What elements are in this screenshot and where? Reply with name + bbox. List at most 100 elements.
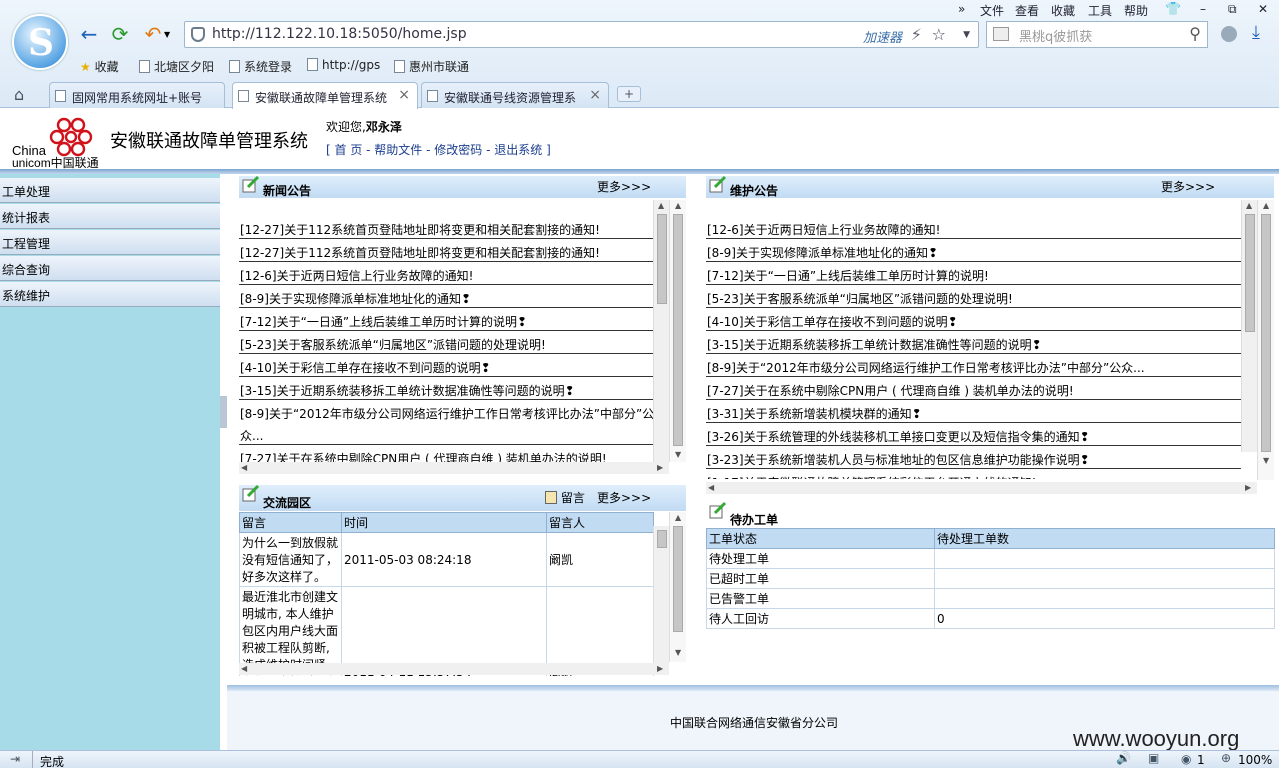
skin-icon[interactable]: 👕 xyxy=(1165,2,1181,18)
scroll-thumb[interactable] xyxy=(1245,214,1255,332)
maint-item[interactable]: [3-23]关于系统新增装机人员与标准地址的包区信息维护功能操作说明❢ xyxy=(706,447,1241,469)
scroll-up-icon[interactable]: ▲ xyxy=(1246,201,1252,210)
bookmark-huizhou[interactable]: 惠州市联通 xyxy=(394,58,469,75)
forum-more-link[interactable]: 更多>>> xyxy=(597,489,651,506)
browser-logo-icon[interactable]: S xyxy=(12,14,68,70)
forum-outer-scrollbar[interactable]: ▲ ▼ xyxy=(669,512,686,662)
tab-resource-system[interactable]: 安徽联通号线资源管理系 × xyxy=(421,82,609,108)
sidebar-item-query[interactable]: 综合查询 xyxy=(0,256,220,281)
menu-favorites[interactable]: 收藏 xyxy=(1051,2,1075,18)
menu-more[interactable]: » xyxy=(958,2,965,18)
forum-scrollbar[interactable] xyxy=(653,526,669,663)
scroll-right-icon[interactable]: ▶ xyxy=(657,664,663,673)
news-more-link[interactable]: 更多>>> xyxy=(597,178,651,195)
scroll-right-icon[interactable]: ▶ xyxy=(657,463,663,472)
scroll-down-icon[interactable]: ▼ xyxy=(675,648,681,657)
table-row[interactable]: 已告警工单 xyxy=(706,588,1275,609)
maint-item[interactable]: [12-6]关于近两日短信上行业务故障的通知! xyxy=(706,217,1241,239)
todo-count[interactable]: 0 xyxy=(934,608,1275,629)
post-message-button[interactable]: 留言 xyxy=(545,489,585,506)
search-icon[interactable]: ⚲ xyxy=(1189,24,1201,43)
news-item[interactable]: [7-12]关于“一日通”上线后装维工单历时计算的说明❢ xyxy=(239,309,653,331)
table-row[interactable]: 待人工回访 0 xyxy=(706,608,1275,629)
maint-scrollbar[interactable]: ▲ xyxy=(1241,200,1257,452)
address-bar[interactable]: http://112.122.10.18:5050/home.jsp 加速器 ⚡… xyxy=(184,21,979,48)
zoom-icon[interactable]: ⊕ xyxy=(1221,751,1231,765)
todo-count[interactable] xyxy=(934,548,1275,569)
sidebar-item-work-orders[interactable]: 工单处理 xyxy=(0,178,220,203)
scroll-left-icon[interactable]: ◀ xyxy=(708,483,714,492)
volume-icon[interactable]: 🔊 xyxy=(1116,751,1131,765)
news-item[interactable]: [12-27]关于112系统首页登陆地址即将变更和相关配套割接的通知! xyxy=(239,217,653,239)
maint-item[interactable]: [3-15]关于近期系统装移拆工单统计数据准确性等问题的说明❢ xyxy=(706,332,1241,354)
news-scrollbar[interactable]: ▲ xyxy=(653,200,669,462)
scroll-up-icon[interactable]: ▲ xyxy=(675,513,681,522)
maint-item[interactable]: [5-23]关于客服系统派单“归属地区”派错问题的处理说明! xyxy=(706,286,1241,308)
lightning-icon[interactable]: ⚡ xyxy=(911,25,922,44)
maint-item[interactable]: [7-27]关于在系统中剔除CPN用户 ( 代理商自维 ) 装机单办法的说明! xyxy=(706,378,1241,400)
menu-view[interactable]: 查看 xyxy=(1015,2,1039,18)
news-item[interactable]: [4-10]关于彩信工单存在接收不到问题的说明❢ xyxy=(239,355,653,377)
scroll-right-icon[interactable]: ▶ xyxy=(1245,483,1251,492)
back-icon[interactable]: ← xyxy=(77,22,101,46)
sidebar-collapse-handle[interactable] xyxy=(220,396,227,428)
url-text[interactable]: http://112.122.10.18:5050/home.jsp xyxy=(212,26,467,42)
bookmark-beitang[interactable]: 北塘区夕阳 xyxy=(139,58,214,75)
maint-more-link[interactable]: 更多>>> xyxy=(1161,178,1215,195)
todo-status[interactable]: 已超时工单 xyxy=(706,568,935,589)
todo-status[interactable]: 已告警工单 xyxy=(706,588,935,609)
scroll-thumb[interactable] xyxy=(657,530,667,548)
scroll-thumb[interactable] xyxy=(657,214,667,304)
home-link[interactable]: 首 页 xyxy=(335,143,363,157)
news-item[interactable]: [12-27]关于112系统首页登陆地址即将变更和相关配套割接的通知! xyxy=(239,240,653,262)
menu-tools[interactable]: 工具 xyxy=(1088,2,1112,18)
restore-icon[interactable]: ⧉ xyxy=(1228,2,1237,18)
scroll-up-icon[interactable]: ▲ xyxy=(1263,201,1269,210)
todo-count[interactable] xyxy=(934,568,1275,589)
news-outer-scrollbar[interactable]: ▲ ▼ xyxy=(669,200,686,462)
menu-file[interactable]: 文件 xyxy=(980,2,1004,18)
post-label[interactable]: 留言 xyxy=(561,491,585,505)
forum-hscrollbar[interactable]: ◀ ▶ xyxy=(239,663,669,675)
maint-item[interactable]: [3-26]关于系统管理的外线装移机工单接口变更以及短信指令集的通知❢ xyxy=(706,424,1241,446)
bookmark-login[interactable]: 系统登录 xyxy=(229,58,292,75)
scroll-left-icon[interactable]: ◀ xyxy=(241,463,247,472)
maint-item[interactable]: [7-12]关于“一日通”上线后装维工单历时计算的说明! xyxy=(706,263,1241,285)
maint-item[interactable]: [8-9]关于实现修障派单标准地址化的通知❢ xyxy=(706,240,1241,262)
change-password-link[interactable]: 修改密码 xyxy=(434,143,482,157)
news-item[interactable]: [3-15]关于近期系统装移拆工单统计数据准确性等问题的说明❢ xyxy=(239,378,653,400)
news-item[interactable]: [8-9]关于实现修障派单标准地址化的通知❢ xyxy=(239,286,653,308)
counter-icon[interactable]: ◉ xyxy=(1181,752,1191,766)
scroll-up-icon[interactable]: ▲ xyxy=(658,201,664,210)
scroll-down-icon[interactable]: ▼ xyxy=(675,450,681,459)
maint-item[interactable]: [8-9]关于“2012年市级分公司网络运行维护工作日常考核评比办法”中部分”公… xyxy=(706,355,1241,377)
tab-close-icon[interactable]: × xyxy=(398,87,410,103)
sidebar-item-engineering[interactable]: 工程管理 xyxy=(0,230,220,255)
search-box[interactable]: 黑桃q彼抓获 ⚲ xyxy=(986,21,1208,48)
scroll-left-icon[interactable]: ◀ xyxy=(241,664,247,673)
scroll-thumb[interactable] xyxy=(1261,214,1271,452)
maint-item[interactable]: [4-10]关于彩信工单存在接收不到问题的说明❢ xyxy=(706,309,1241,331)
menu-help[interactable]: 帮助 xyxy=(1124,2,1148,18)
todo-count[interactable] xyxy=(934,588,1275,609)
table-row[interactable]: 已超时工单 xyxy=(706,568,1275,589)
logout-link[interactable]: 退出系统 xyxy=(494,143,542,157)
tab-guwang[interactable]: 固网常用系统网址+账号 xyxy=(49,82,225,108)
news-item-cont[interactable]: 众... xyxy=(239,423,653,445)
maint-item[interactable]: [3-31]关于系统新增装机模块群的通知❢ xyxy=(706,401,1241,423)
accelerator-label[interactable]: 加速器 xyxy=(863,27,902,46)
bookmark-gps[interactable]: http://gps xyxy=(307,58,380,72)
favorite-star-icon[interactable]: ☆ xyxy=(932,25,946,44)
refresh-icon[interactable]: ⟳ xyxy=(108,22,132,46)
news-hscrollbar[interactable]: ◀ ▶ xyxy=(239,462,669,474)
news-item[interactable]: [5-23]关于客服系统派单“归属地区”派错问题的处理说明! xyxy=(239,332,653,354)
close-window-icon[interactable]: ✕ xyxy=(1258,2,1268,18)
url-dropdown-icon[interactable]: ▼ xyxy=(963,30,970,40)
help-link[interactable]: 帮助文件 xyxy=(374,143,422,157)
search-engine-icon[interactable] xyxy=(993,27,1009,41)
minimize-icon[interactable]: – xyxy=(1200,2,1206,18)
scroll-thumb[interactable] xyxy=(673,214,683,446)
briefcase-icon[interactable]: ▣ xyxy=(1148,751,1159,765)
forum-message[interactable]: 为什么一到放假就没有短信通知了，好多次这样了。 xyxy=(239,532,342,587)
undo-icon[interactable]: ↶ xyxy=(141,22,165,46)
